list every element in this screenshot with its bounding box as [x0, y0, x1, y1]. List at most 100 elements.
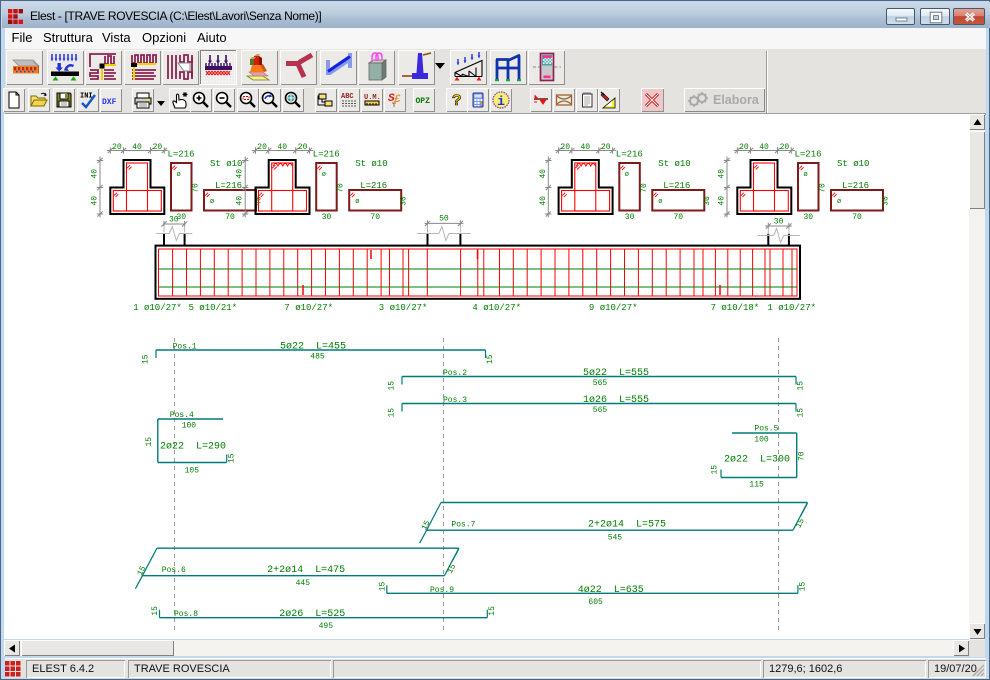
svg-text:St ø10: St ø10 — [837, 159, 869, 169]
svg-text:ø: ø — [177, 171, 181, 179]
svg-text:20: 20 — [257, 143, 267, 152]
svg-text:5 ø10/21*: 5 ø10/21* — [189, 303, 238, 313]
svg-text:30: 30 — [169, 216, 179, 225]
svg-text:495: 495 — [319, 622, 334, 631]
svg-text:30: 30 — [882, 196, 891, 206]
svg-text:15: 15 — [142, 354, 151, 364]
svg-text:2ø22 L=290: 2ø22 L=290 — [160, 442, 226, 453]
svg-text:Pos.6: Pos.6 — [162, 566, 186, 575]
svg-text:445: 445 — [296, 579, 311, 588]
svg-text:2+2ø14 L=575: 2+2ø14 L=575 — [588, 520, 666, 531]
svg-text:2ø22 L=300: 2ø22 L=300 — [724, 455, 790, 466]
svg-text:ø: ø — [625, 171, 629, 179]
svg-text:15: 15 — [486, 354, 495, 364]
svg-text:70: 70 — [673, 213, 683, 222]
svg-text:40: 40 — [539, 196, 548, 206]
svg-text:L=216: L=216 — [360, 181, 387, 191]
svg-text:OPZ: OPZ — [415, 97, 430, 106]
svg-text:ø: ø — [210, 198, 214, 206]
svg-text:15: 15 — [797, 408, 806, 418]
svg-text:70: 70 — [370, 213, 380, 222]
svg-text:50: 50 — [439, 215, 449, 224]
svg-text:ø: ø — [658, 198, 662, 206]
svg-text:L=216: L=216 — [168, 150, 195, 160]
svg-text:Pos.8: Pos.8 — [174, 610, 198, 619]
svg-text:100: 100 — [754, 436, 769, 445]
svg-text:70: 70 — [819, 183, 828, 193]
svg-text:40: 40 — [91, 196, 100, 206]
svg-text:30: 30 — [400, 196, 409, 206]
svg-text:20: 20 — [560, 143, 570, 152]
svg-text:70: 70 — [852, 213, 862, 222]
svg-text:15: 15 — [228, 453, 237, 463]
svg-text:15: 15 — [145, 437, 154, 447]
svg-text:70: 70 — [798, 451, 807, 461]
svg-text:Pos.9: Pos.9 — [430, 586, 454, 595]
svg-text:3 ø10/27*: 3 ø10/27* — [379, 303, 428, 313]
svg-text:15: 15 — [378, 581, 387, 591]
svg-text:20: 20 — [601, 143, 611, 152]
svg-text:7 ø10/27*: 7 ø10/27* — [284, 303, 333, 313]
svg-text:40: 40 — [718, 169, 727, 179]
svg-text:L=216: L=216 — [616, 150, 643, 160]
svg-text:105: 105 — [185, 467, 200, 476]
svg-text:5ø22 L=455: 5ø22 L=455 — [280, 342, 346, 353]
svg-text:15: 15 — [798, 581, 807, 591]
svg-text:20: 20 — [112, 143, 122, 152]
svg-text:40: 40 — [91, 169, 100, 179]
svg-text:1ø26 L=555: 1ø26 L=555 — [583, 395, 649, 406]
svg-text:DXF: DXF — [102, 98, 117, 107]
svg-text:70: 70 — [192, 183, 201, 193]
svg-text:40: 40 — [236, 169, 245, 179]
svg-text:565: 565 — [593, 406, 608, 415]
svg-text:ABC: ABC — [341, 93, 354, 101]
svg-text:ø: ø — [837, 198, 841, 206]
svg-text:ø: ø — [355, 198, 359, 206]
svg-text:15: 15 — [388, 408, 397, 418]
svg-text:70: 70 — [640, 183, 649, 193]
svg-text:Pos.7: Pos.7 — [451, 521, 475, 530]
svg-text:15: 15 — [711, 465, 720, 475]
svg-text:30: 30 — [625, 213, 635, 222]
svg-text:15: 15 — [388, 381, 397, 391]
svg-text:485: 485 — [310, 353, 325, 362]
svg-text:St ø10: St ø10 — [210, 159, 242, 169]
svg-text:70: 70 — [225, 213, 235, 222]
svg-text:40: 40 — [236, 196, 245, 206]
svg-text:Pos.2: Pos.2 — [443, 369, 467, 378]
svg-text:40: 40 — [132, 143, 142, 152]
svg-text:30: 30 — [703, 196, 712, 206]
svg-text:7 ø10/18*: 7 ø10/18* — [711, 303, 760, 313]
svg-text:15: 15 — [446, 563, 458, 576]
svg-text:40: 40 — [277, 143, 287, 152]
svg-text:L=216: L=216 — [842, 181, 869, 191]
svg-text:40: 40 — [539, 169, 548, 179]
svg-text:2+2ø14 L=475: 2+2ø14 L=475 — [267, 565, 345, 576]
svg-text:40: 40 — [718, 196, 727, 206]
svg-text:30: 30 — [774, 218, 784, 227]
svg-text:40: 40 — [759, 143, 769, 152]
svg-text:Pos.1: Pos.1 — [173, 343, 197, 352]
svg-text:20: 20 — [739, 143, 749, 152]
svg-text:2ø26 L=525: 2ø26 L=525 — [279, 609, 345, 620]
svg-text:4ø22 L=635: 4ø22 L=635 — [578, 585, 644, 596]
svg-text:15: 15 — [151, 606, 160, 616]
svg-text:30: 30 — [803, 213, 813, 222]
svg-text:15: 15 — [488, 606, 497, 616]
svg-text:L=216: L=216 — [215, 181, 242, 191]
svg-text:100: 100 — [182, 422, 197, 431]
svg-text:9 ø10/27*: 9 ø10/27* — [589, 303, 638, 313]
svg-text:St ø10: St ø10 — [658, 159, 690, 169]
svg-text:Pos.5: Pos.5 — [754, 425, 778, 434]
svg-text:40: 40 — [580, 143, 590, 152]
svg-text:20: 20 — [153, 143, 163, 152]
svg-text:70: 70 — [337, 183, 346, 193]
svg-text:i: i — [497, 94, 505, 109]
svg-text:1 ø10/27*: 1 ø10/27* — [133, 303, 182, 313]
svg-text:Pos.4: Pos.4 — [170, 411, 194, 420]
svg-text:?: ? — [452, 92, 462, 110]
svg-text:5ø22 L=555: 5ø22 L=555 — [583, 368, 649, 379]
svg-text:565: 565 — [593, 379, 608, 388]
svg-text:30: 30 — [322, 213, 332, 222]
svg-text:St ø10: St ø10 — [355, 159, 387, 169]
